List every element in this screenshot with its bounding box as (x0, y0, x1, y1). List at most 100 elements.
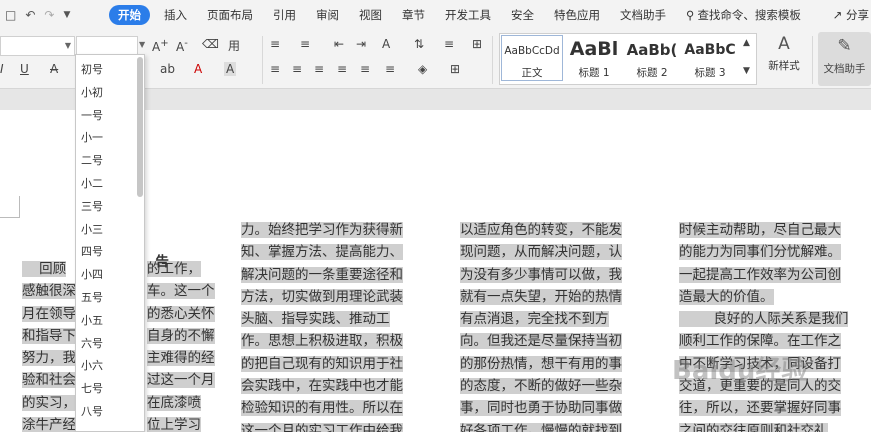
ribbon-tabs: 开始 插入 页面布局 引用 审阅 视图 章节 开发工具 安全 特色应用 文档助手 (105, 0, 676, 30)
doc-text-run: 时候主动帮助，尽自己最大 (679, 222, 841, 238)
ribbon-separator (262, 36, 263, 84)
doc-text-run: 头脑、指导实践、推动工 (241, 311, 390, 328)
doc-text-line: 的那份热情，想干有用的事 (460, 353, 622, 375)
font-size-option[interactable]: 小五 (81, 312, 103, 328)
justify-icon[interactable]: ≡ (337, 62, 347, 76)
doc-text-line: 主难得的经 (147, 347, 215, 369)
align-center-icon[interactable]: ≡ (292, 62, 302, 76)
font-size-select[interactable] (76, 36, 138, 56)
paragraph-spacing-icon[interactable]: ≡ (385, 62, 395, 76)
tab-insert[interactable]: 插入 (154, 0, 197, 30)
font-size-option[interactable]: 小四 (81, 266, 103, 282)
style-normal[interactable]: AaBbCcDd 正文 (501, 35, 563, 81)
new-style-icon: A (778, 34, 790, 54)
doc-text-run: 努力，我 (22, 350, 76, 367)
tab-developer[interactable]: 开发工具 (435, 0, 501, 30)
text-direction-icon[interactable]: A (382, 37, 390, 51)
decrease-indent-icon[interactable]: ⇤ (334, 37, 344, 51)
doc-assistant-icon: ✎ (837, 36, 852, 56)
doc-text-run: 涂牛产经 (22, 417, 76, 432)
font-color-icon[interactable]: A (194, 62, 202, 76)
tab-section[interactable]: 章节 (392, 0, 435, 30)
table-border-icon[interactable]: ⊞ (472, 37, 482, 51)
doc-text-run: 位上学习 (147, 417, 201, 432)
doc-text-run: 的能力为同事们分忧解难。 (679, 244, 841, 261)
doc-text-line: 头脑、指导实践、推动工 (241, 308, 403, 330)
clear-format-icon[interactable]: ⌫ (202, 37, 219, 51)
tab-special-apps[interactable]: 特色应用 (544, 0, 610, 30)
tab-references[interactable]: 引用 (263, 0, 306, 30)
char-shading-icon[interactable]: A (224, 62, 237, 76)
doc-text-run: 好各项工作。慢慢的就找到 (460, 422, 622, 432)
increase-indent-icon[interactable]: ⇥ (356, 37, 366, 51)
doc-text-run: 的实习， (22, 394, 76, 411)
tab-page-layout[interactable]: 页面布局 (197, 0, 263, 30)
sort-icon[interactable]: ⇅ (414, 37, 424, 51)
font-size-option[interactable]: 小初 (81, 84, 103, 100)
doc-text-line: 和指导下 (22, 325, 76, 347)
tab-security[interactable]: 安全 (501, 0, 544, 30)
font-size-option[interactable]: 三号 (81, 198, 103, 214)
tab-view[interactable]: 视图 (349, 0, 392, 30)
borders-icon[interactable]: ⊞ (450, 62, 460, 76)
doc-text-line: 以适应角色的转变，不能发 (460, 219, 622, 241)
quick-access-dropdown-icon[interactable]: ▼ (63, 10, 70, 20)
doc-text-line: 一起提高工作效率为公司创 (679, 264, 848, 286)
distributed-align-icon[interactable]: ≡ (360, 62, 370, 76)
style-heading-2[interactable]: AaBb( 标题 2 (624, 35, 680, 81)
style-heading-1[interactable]: AaBl 标题 1 (565, 35, 623, 81)
font-size-option[interactable]: 二号 (81, 152, 103, 168)
font-size-option[interactable]: 初号 (81, 61, 103, 77)
doc-text-line: 事，同时也勇于协助同事做 (460, 397, 622, 419)
print-preview-icon[interactable]: □ (5, 8, 16, 22)
gallery-down-icon[interactable]: ▼ (743, 66, 750, 76)
font-size-option[interactable]: 五号 (81, 289, 103, 305)
font-size-option[interactable]: 小二 (81, 175, 103, 191)
doc-text-line: 有点消退，完全找不到方 (460, 308, 622, 330)
doc-text-run: 检验知识的有用性。所以在 (241, 400, 403, 417)
style-sample: AaBbC (684, 42, 736, 58)
font-size-option[interactable]: 七号 (81, 380, 103, 396)
doc-text-line: 为没有多少事情可以做，我 (460, 264, 622, 286)
doc-text-run: 往，所以，还要掌握好同事 (679, 400, 841, 417)
gallery-up-icon[interactable]: ▲ (743, 38, 750, 48)
font-size-option[interactable]: 一号 (81, 107, 103, 123)
highlight-icon[interactable]: ab (160, 62, 175, 76)
doc-assistant-button[interactable]: ✎ 文档助手 (818, 32, 871, 86)
redo-icon[interactable]: ↷ (44, 8, 54, 22)
doc-text-line: 回顾 (22, 258, 76, 280)
command-search[interactable]: ⚲ 查找命令、搜索模板 (676, 7, 811, 23)
chevron-down-icon: ▼ (64, 41, 71, 50)
align-right-icon[interactable]: ≡ (314, 62, 324, 76)
grow-font-icon[interactable]: A+ (152, 38, 169, 54)
font-size-option[interactable]: 小三 (81, 221, 103, 237)
line-spacing-icon[interactable]: ≡ (444, 37, 454, 51)
italic-icon[interactable]: I (0, 62, 4, 76)
style-name: 标题 3 (694, 67, 726, 79)
undo-icon[interactable]: ↶ (25, 8, 35, 22)
shading-fill-icon[interactable]: ◈ (418, 62, 427, 76)
font-size-option[interactable]: 小六 (81, 357, 103, 373)
numbered-list-icon[interactable]: ≡ (300, 37, 310, 51)
dropdown-scrollbar[interactable] (137, 57, 143, 197)
font-size-option[interactable]: 八号 (81, 403, 103, 419)
strikethrough-icon[interactable]: A (50, 62, 58, 76)
phonetic-guide-icon[interactable]: 用 (228, 37, 240, 54)
doc-text-run: 过这一个月 (147, 372, 215, 389)
tab-home[interactable]: 开始 (109, 5, 150, 25)
align-left-icon[interactable]: ≡ (270, 62, 280, 76)
shrink-font-icon[interactable]: A- (176, 38, 188, 54)
bullet-list-icon[interactable]: ≡ (270, 37, 280, 51)
font-size-dropdown-icon[interactable]: ▼ (139, 40, 145, 49)
underline-icon[interactable]: U (20, 62, 29, 76)
tab-doc-assistant[interactable]: 文档助手 (610, 0, 676, 30)
new-style-button[interactable]: A 新样式 (760, 34, 808, 84)
tab-review[interactable]: 审阅 (306, 0, 349, 30)
doc-text-run: 车。这一个 (147, 283, 215, 300)
font-size-option[interactable]: 小一 (81, 129, 103, 145)
font-size-option[interactable]: 六号 (81, 335, 103, 351)
font-size-option[interactable]: 四号 (81, 243, 103, 259)
style-heading-3[interactable]: AaBbC 标题 3 (681, 35, 739, 81)
share-button[interactable]: ↗ 分享 (833, 0, 871, 30)
font-name-select[interactable]: ▼ (0, 36, 75, 56)
